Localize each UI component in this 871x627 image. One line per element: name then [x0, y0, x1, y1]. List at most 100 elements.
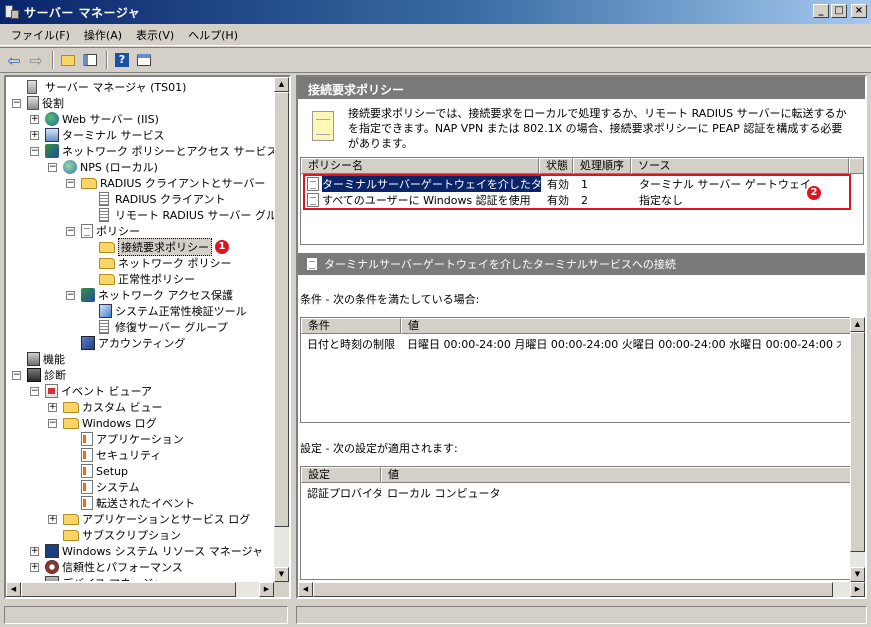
tree-item[interactable]: + アプリケーションとサービス ログ	[48, 511, 250, 527]
scroll-left-icon[interactable]: ◀	[298, 582, 313, 597]
tree-item[interactable]: システム正常性検証ツール	[84, 303, 247, 319]
collapse-icon[interactable]: −	[30, 146, 39, 156]
tree-spacer	[84, 194, 93, 204]
tree-item[interactable]: 修復サーバー グループ	[84, 319, 228, 335]
tree-item[interactable]: 機能	[12, 351, 65, 367]
tree-item[interactable]: サブスクリプション	[48, 527, 181, 543]
tree-item[interactable]: 転送されたイベント	[66, 495, 195, 511]
expand-icon[interactable]: +	[30, 546, 39, 556]
expand-icon[interactable]: +	[30, 130, 39, 140]
column-setting[interactable]: 設定	[301, 467, 381, 483]
column-condition[interactable]: 条件	[301, 318, 401, 334]
tree-item-label: 機能	[43, 353, 65, 366]
tree-horizontal-scrollbar[interactable]: ◀ ▶	[6, 582, 274, 597]
tree-item[interactable]: − 診断	[12, 367, 66, 383]
scroll-left-icon[interactable]: ◀	[6, 582, 21, 597]
tree-item[interactable]: − ポリシー	[66, 223, 140, 239]
expand-icon[interactable]: +	[30, 562, 39, 572]
up-folder-icon[interactable]	[58, 50, 78, 70]
tree-item-label: ネットワーク ポリシー	[118, 257, 232, 270]
setting-name: 認証プロバイダ	[307, 487, 381, 500]
tree-scroll-thumb[interactable]	[274, 92, 289, 527]
details-pane: 接続要求ポリシー 接続要求ポリシーでは、接続要求をローカルで処理するか、リモート…	[296, 75, 867, 599]
scroll-up-icon[interactable]: ▲	[274, 77, 289, 92]
tree-hscroll-thumb[interactable]	[21, 582, 236, 597]
tree-item[interactable]: − ネットワーク ポリシーとアクセス サービス	[30, 143, 277, 159]
tree-item[interactable]: + Windows システム リソース マネージャ	[30, 543, 263, 559]
tree-item[interactable]: + ターミナル サービス	[30, 127, 165, 143]
column-source[interactable]: ソース	[631, 158, 849, 174]
column-value[interactable]: 値	[401, 318, 853, 334]
tree-spacer	[84, 242, 93, 252]
expand-icon[interactable]: +	[30, 114, 39, 124]
properties-icon[interactable]	[134, 50, 154, 70]
tree-item[interactable]: アカウンティング	[66, 335, 185, 351]
collapse-icon[interactable]: −	[12, 370, 21, 380]
column-policy-name[interactable]: ポリシー名	[301, 158, 539, 174]
menu-action[interactable]: 操作(A)	[77, 25, 129, 45]
collapse-icon[interactable]: −	[30, 386, 39, 396]
minimize-button[interactable]: _	[813, 4, 829, 18]
maximize-button[interactable]: □	[831, 4, 847, 18]
menu-file[interactable]: ファイル(F)	[4, 25, 77, 45]
menu-view[interactable]: 表示(V)	[129, 25, 181, 45]
scroll-right-icon[interactable]: ▶	[259, 582, 274, 597]
tree-item[interactable]: Setup	[66, 463, 128, 479]
column-state[interactable]: 状態	[539, 158, 573, 174]
collapse-icon[interactable]: −	[66, 178, 75, 188]
details-hscroll-thumb[interactable]	[313, 582, 833, 597]
close-button[interactable]: ×	[851, 4, 867, 18]
tree-item[interactable]: − RADIUS クライアントとサーバー	[66, 175, 265, 191]
settings-list[interactable]: 設定 値 認証プロバイダ ローカル コンピュータ	[300, 466, 854, 580]
tree-item[interactable]: − 役割	[12, 95, 64, 111]
folder-icon	[99, 241, 115, 253]
folder-icon	[63, 513, 79, 525]
back-arrow-icon[interactable]: ⇦	[4, 50, 24, 70]
show-hide-tree-icon[interactable]	[80, 50, 100, 70]
tree-vertical-scrollbar[interactable]: ▲ ▼	[274, 77, 289, 582]
tree-item[interactable]: リモート RADIUS サーバー グループ	[84, 207, 278, 223]
tree-item[interactable]: − イベント ビューア	[30, 383, 152, 399]
tree-item[interactable]: 正常性ポリシー	[84, 271, 195, 287]
expand-icon[interactable]: +	[48, 514, 57, 524]
tree-item[interactable]: + カスタム ビュー	[48, 399, 163, 415]
tree-item[interactable]: セキュリティ	[66, 447, 161, 463]
tree-item-label: Setup	[96, 464, 129, 478]
scroll-up-icon[interactable]: ▲	[850, 317, 865, 332]
tree-item[interactable]: − ネットワーク アクセス保護	[66, 287, 233, 303]
tree-item[interactable]: ネットワーク ポリシー	[84, 255, 232, 271]
help-icon[interactable]: ?	[112, 50, 132, 70]
column-order[interactable]: 処理順序	[573, 158, 631, 174]
tree-item[interactable]: サーバー マネージャ (TS01)	[12, 79, 186, 95]
tree-item[interactable]: + Web サーバー (IIS)	[30, 111, 159, 127]
collapse-icon[interactable]: −	[48, 162, 57, 172]
tree-item[interactable]: − NPS (ローカル)	[48, 159, 158, 175]
scroll-down-icon[interactable]: ▼	[274, 567, 289, 582]
collapse-icon[interactable]: −	[12, 98, 21, 108]
collapse-icon[interactable]: −	[66, 290, 75, 300]
tree-spacer	[66, 434, 75, 444]
details-horizontal-scrollbar[interactable]: ◀ ▶	[298, 582, 865, 597]
collapse-icon[interactable]: −	[48, 418, 57, 428]
table-row[interactable]: 認証プロバイダ ローカル コンピュータ	[301, 485, 681, 501]
scroll-down-icon[interactable]: ▼	[850, 567, 865, 582]
conditions-list[interactable]: 条件 値 日付と時刻の制限 日曜日 00:00-24:00 月曜日 00:00-…	[300, 317, 854, 423]
tree-item[interactable]: システム	[66, 479, 140, 495]
tree-item[interactable]: デバイス マネージャ	[30, 575, 163, 581]
details-vertical-scrollbar[interactable]: ▲ ▼	[850, 317, 865, 582]
server-icon	[27, 80, 37, 94]
column-setting-value[interactable]: 値	[381, 467, 853, 483]
details-scroll-thumb[interactable]	[850, 332, 865, 552]
tree-item-label: アカウンティング	[98, 337, 186, 350]
tree-item[interactable]: RADIUS クライアント	[84, 191, 226, 207]
tree-item[interactable]: 接続要求ポリシー 1	[84, 238, 229, 256]
tree-item[interactable]: + 信頼性とパフォーマンス	[30, 559, 183, 575]
collapse-icon[interactable]: −	[66, 226, 75, 236]
expand-icon[interactable]: +	[48, 402, 57, 412]
table-row[interactable]: 日付と時刻の制限 日曜日 00:00-24:00 月曜日 00:00-24:00…	[301, 336, 841, 352]
forward-arrow-icon[interactable]: ⇨	[26, 50, 46, 70]
menu-help[interactable]: ヘルプ(H)	[181, 25, 245, 45]
scroll-right-icon[interactable]: ▶	[850, 582, 865, 597]
tree-item[interactable]: アプリケーション	[66, 431, 184, 447]
tree-item[interactable]: − Windows ログ	[48, 415, 157, 431]
